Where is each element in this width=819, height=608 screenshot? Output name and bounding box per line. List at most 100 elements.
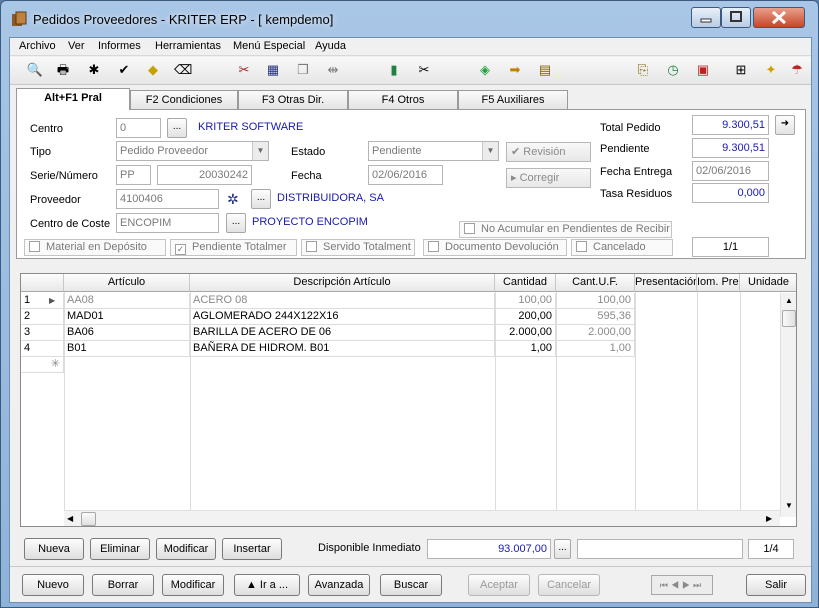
grid-header-descripcion[interactable]: Descripción Artículo (190, 274, 495, 292)
servido-totalmente-checkbox[interactable]: Servido Totalment (301, 239, 415, 256)
cell-articulo[interactable]: MAD01 (64, 309, 190, 325)
cell-cantidad[interactable]: 100,00 (495, 293, 556, 309)
new-row-icon[interactable]: ✳ (21, 357, 64, 373)
cell-cantidad[interactable]: 2.000,00 (495, 325, 556, 341)
cell-descripcion[interactable]: ACERO 08 (190, 293, 495, 309)
cancelado-checkbox[interactable]: Cancelado (571, 239, 673, 256)
grid-header-unidades[interactable]: Unidade (740, 274, 796, 292)
warning-icon[interactable]: ◆ (144, 61, 162, 79)
tab-auxiliares[interactable]: F5 Auxiliares (458, 90, 568, 109)
serie-field[interactable]: PP (116, 165, 151, 185)
tab-otras-dir[interactable]: F3 Otras Dir. (238, 90, 348, 109)
salir-button[interactable]: Salir (746, 574, 806, 596)
eliminar-line-button[interactable]: Eliminar (90, 538, 150, 560)
proveedor-field[interactable]: 4100406 (116, 189, 219, 209)
cell-cantuf[interactable]: 1,00 (556, 341, 635, 357)
grid-header-presentacion[interactable]: Presentación (635, 274, 697, 292)
buscar-button[interactable]: Buscar (380, 574, 442, 596)
tab-otros[interactable]: F4 Otros (348, 90, 458, 109)
cell-cantuf[interactable]: 100,00 (556, 293, 635, 309)
borrar-button[interactable]: Borrar (92, 574, 154, 596)
scroll-up-icon[interactable]: ▲ (785, 296, 793, 305)
calendar-icon[interactable]: ▤ (536, 61, 554, 79)
scrollbar-thumb[interactable] (782, 310, 796, 327)
minimize-button[interactable] (691, 7, 721, 28)
grid-header-cantidad[interactable]: Cantidad (495, 274, 556, 292)
paperclip-icon[interactable]: ⎘ (634, 61, 652, 79)
modificar-line-button[interactable]: Modificar (156, 538, 216, 560)
menu-especial[interactable]: Menú Especial (233, 40, 305, 52)
book-icon[interactable]: ▮ (385, 61, 403, 79)
menu-ayuda[interactable]: Ayuda (315, 40, 346, 52)
numero-field[interactable]: 20030242 (157, 165, 252, 185)
coste-lookup-button[interactable]: ... (226, 213, 246, 233)
pendiente-totalmente-checkbox[interactable]: ✓ Pendiente Totalmer (170, 239, 297, 256)
disponible-lookup-button[interactable]: ... (554, 539, 571, 559)
tipo-combo[interactable]: Pedido Proveedor ▼ (116, 141, 269, 161)
tree-icon[interactable]: ⊞ (732, 61, 750, 79)
horizontal-scrollbar[interactable]: ◀ ▶ (64, 510, 780, 526)
scissors-icon[interactable]: ✂ (415, 61, 433, 79)
cell-cantidad[interactable]: 1,00 (495, 341, 556, 357)
cell-cantidad[interactable]: 200,00 (495, 309, 556, 325)
coste-field[interactable]: ENCOPIM (116, 213, 219, 233)
cell-articulo[interactable]: AA08 (64, 293, 190, 309)
tab-condiciones[interactable]: F2 Condiciones (130, 90, 238, 109)
menu-informes[interactable]: Informes (98, 40, 141, 52)
next-record-icon[interactable]: ▶ (682, 580, 693, 590)
cell-articulo[interactable]: BA06 (64, 325, 190, 341)
maximize-button[interactable] (721, 7, 751, 28)
proveedor-lookup-button[interactable]: ... (251, 189, 271, 209)
preview-icon[interactable]: 🔍 (26, 61, 44, 79)
no-acumular-checkbox[interactable]: No Acumular en Pendientes de Recibir (459, 221, 672, 238)
scroll-left-icon[interactable]: ◀ (67, 514, 73, 523)
grid-header-articulo[interactable]: Artículo (64, 274, 190, 292)
split-icon[interactable]: ⇹ (324, 61, 342, 79)
vertical-scrollbar[interactable]: ▲ ▼ (780, 293, 796, 517)
menu-archivo[interactable]: Archivo (19, 40, 56, 52)
scroll-right-icon[interactable]: ▶ (766, 514, 772, 523)
nueva-line-button[interactable]: Nueva (24, 538, 84, 560)
insertar-line-button[interactable]: Insertar (222, 538, 282, 560)
aceptar-button[interactable]: Aceptar (468, 574, 530, 596)
cell-descripcion[interactable]: AGLOMERADO 244X122X16 (190, 309, 495, 325)
close-button[interactable] (753, 7, 805, 28)
check-icon[interactable]: ✔ (115, 61, 133, 79)
table-row[interactable]: 1 ▶ (21, 293, 64, 309)
centro-lookup-button[interactable]: ... (167, 118, 187, 138)
scrollbar-thumb[interactable] (81, 512, 96, 526)
last-record-icon[interactable]: ⏭ (693, 580, 704, 590)
pdf-icon[interactable]: ▣ (694, 61, 712, 79)
documento-devolucion-checkbox[interactable]: Documento Devolución (423, 239, 567, 256)
modificar-button[interactable]: Modificar (162, 574, 224, 596)
estado-combo[interactable]: Pendiente ▼ (368, 141, 499, 161)
avanzada-button[interactable]: Avanzada (308, 574, 370, 596)
prev-record-icon[interactable]: ◀ (671, 580, 682, 590)
cell-descripcion[interactable]: BARILLA DE ACERO DE 06 (190, 325, 495, 341)
cell-descripcion[interactable]: BAÑERA DE HIDROM. B01 (190, 341, 495, 357)
arrow-right-icon[interactable]: ➡ (506, 61, 524, 79)
table-row[interactable]: 2 (21, 309, 64, 325)
umbrella-icon[interactable]: ☂ (788, 61, 806, 79)
cell-cantuf[interactable]: 595,36 (556, 309, 635, 325)
fecha-field[interactable]: 02/06/2016 (368, 165, 443, 185)
table-row[interactable]: 4 (21, 341, 64, 357)
menu-herramientas[interactable]: Herramientas (155, 40, 221, 52)
record-navigator[interactable]: ⏮◀▶⏭ (651, 575, 713, 595)
cell-articulo[interactable]: B01 (64, 341, 190, 357)
tag-icon[interactable]: ◈ (476, 61, 494, 79)
total-detail-button[interactable]: ➜ (775, 115, 795, 135)
table-row[interactable]: 3 (21, 325, 64, 341)
lines-grid[interactable]: Artículo Descripción Artículo Cantidad C… (20, 273, 797, 527)
entrega-field[interactable]: 02/06/2016 (692, 161, 769, 181)
bulb-icon[interactable]: ✦ (762, 61, 780, 79)
eraser-icon[interactable]: ⌫ (174, 61, 192, 79)
menu-ver[interactable]: Ver (68, 40, 85, 52)
asterisk-icon[interactable]: ✱ (85, 61, 103, 79)
cancelar-button[interactable]: Cancelar (538, 574, 600, 596)
copy-icon[interactable]: ❐ (294, 61, 312, 79)
title-bar[interactable]: Pedidos Proveedores - KRITER ERP - [ kem… (1, 1, 818, 37)
first-record-icon[interactable]: ⏮ (660, 580, 671, 590)
centro-field[interactable]: 0 (116, 118, 161, 138)
grid-header-cantuf[interactable]: Cant.U.F. (556, 274, 635, 292)
